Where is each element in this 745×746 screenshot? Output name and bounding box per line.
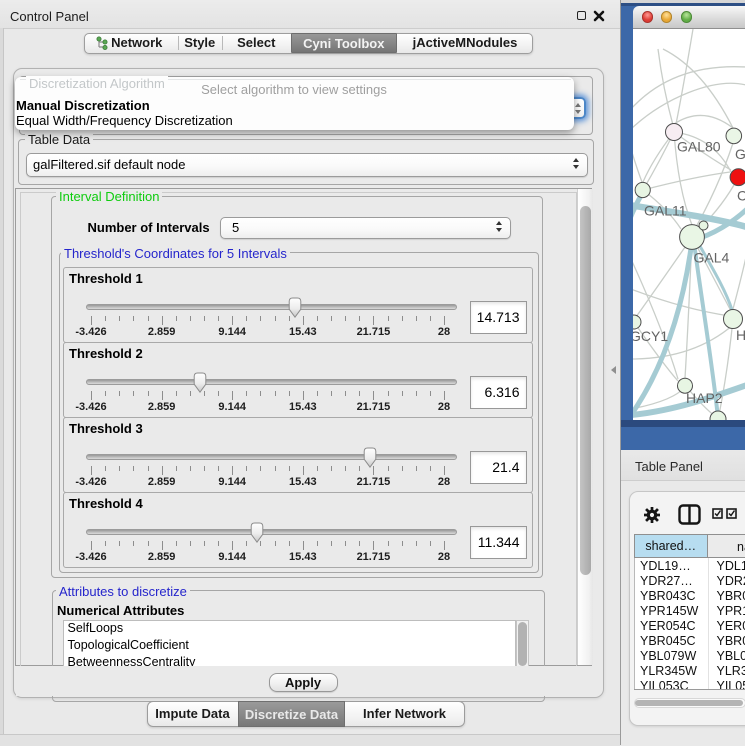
svg-text:GAL80: GAL80 <box>677 139 721 155</box>
svg-text:HIS: HIS <box>736 327 745 343</box>
svg-text:GAL4: GAL4 <box>693 250 729 266</box>
svg-text:GA: GA <box>735 146 745 162</box>
svg-text:GCY1: GCY1 <box>633 328 668 344</box>
svg-text:HAP2: HAP2 <box>686 390 723 406</box>
svg-text:C: C <box>737 188 745 204</box>
svg-text:GAL11: GAL11 <box>644 203 687 219</box>
